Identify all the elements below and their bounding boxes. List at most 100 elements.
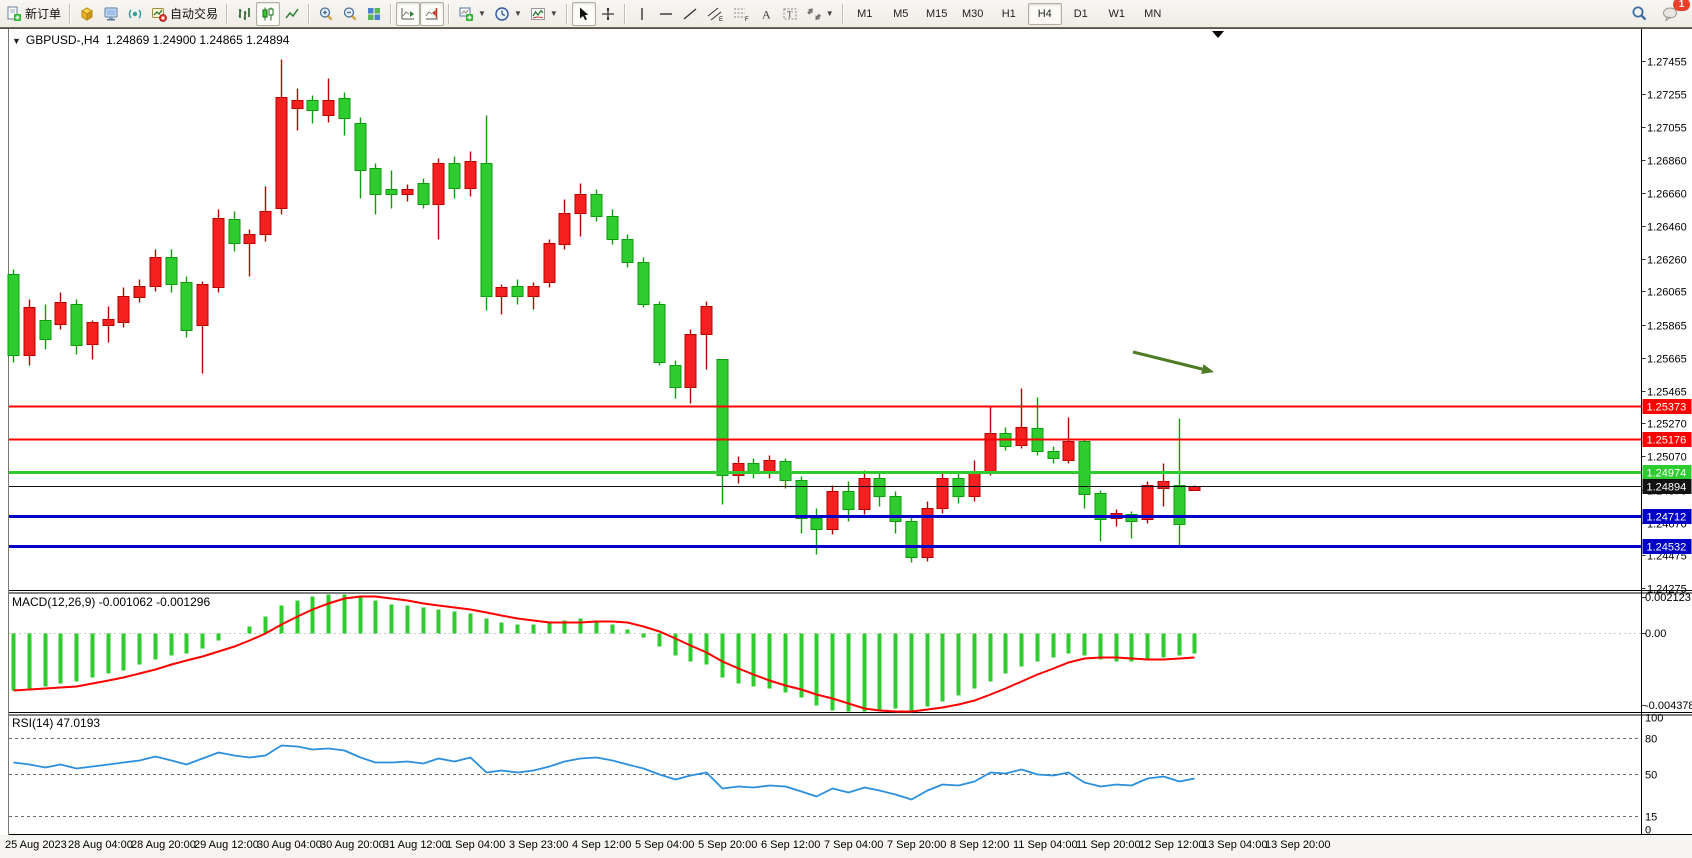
timeframe-button-M30[interactable]: M30 bbox=[956, 3, 990, 25]
crosshair-button[interactable] bbox=[596, 2, 620, 26]
svg-text:1.25270: 1.25270 bbox=[1647, 419, 1687, 431]
candle-body bbox=[402, 190, 413, 195]
vertical-line-icon bbox=[634, 6, 650, 22]
terminal-icon bbox=[103, 6, 119, 22]
chart-shift-button[interactable] bbox=[420, 2, 444, 26]
candlestick-chart-button[interactable] bbox=[256, 2, 280, 26]
svg-text:31 Aug 12:00: 31 Aug 12:00 bbox=[383, 839, 448, 851]
chevron-down-icon: ▼ bbox=[478, 9, 486, 18]
fibonacci-button[interactable]: F bbox=[728, 2, 754, 26]
rsi-indicator-label: RSI(14) 47.0193 bbox=[12, 716, 100, 730]
timeframe-button-M5[interactable]: M5 bbox=[884, 3, 918, 25]
chevron-down-icon: ▼ bbox=[826, 9, 834, 18]
toolbar-separator bbox=[448, 4, 450, 24]
search-button[interactable] bbox=[1627, 2, 1652, 26]
new-order-icon bbox=[6, 6, 22, 22]
timeframe-button-W1[interactable]: W1 bbox=[1100, 3, 1134, 25]
chevron-down-icon: ▼ bbox=[550, 9, 558, 18]
candle-body bbox=[685, 335, 696, 388]
svg-text:6 Sep 12:00: 6 Sep 12:00 bbox=[761, 839, 820, 851]
text-label-icon: T bbox=[782, 6, 798, 22]
svg-text:E: E bbox=[719, 17, 723, 22]
candle-body bbox=[1158, 482, 1169, 489]
timeframe-button-H1[interactable]: H1 bbox=[992, 3, 1026, 25]
svg-text:0.002123: 0.002123 bbox=[1645, 592, 1691, 604]
new-order-button[interactable]: 新订单 bbox=[2, 2, 65, 26]
timeframe-button-M15[interactable]: M15 bbox=[920, 3, 954, 25]
toolbar-separator bbox=[308, 4, 310, 24]
cursor-button[interactable] bbox=[572, 2, 596, 26]
svg-text:1.27455: 1.27455 bbox=[1647, 57, 1687, 69]
new-chart-icon bbox=[458, 6, 474, 22]
vertical-line-button[interactable] bbox=[630, 2, 654, 26]
svg-text:1.26260: 1.26260 bbox=[1647, 255, 1687, 267]
timeframe-button-MN[interactable]: MN bbox=[1136, 3, 1170, 25]
alerts-button[interactable] bbox=[123, 2, 147, 26]
svg-text:4 Sep 12:00: 4 Sep 12:00 bbox=[572, 839, 631, 851]
tile-windows-button[interactable] bbox=[362, 2, 386, 26]
time-axis[interactable]: 25 Aug 202328 Aug 04:0028 Aug 20:0029 Au… bbox=[5, 839, 1330, 851]
text-icon: A bbox=[758, 6, 774, 22]
candle-body bbox=[229, 220, 240, 244]
bar-chart-button[interactable] bbox=[232, 2, 256, 26]
periods-button[interactable]: ▼ bbox=[490, 2, 526, 26]
candle-body bbox=[292, 101, 303, 109]
timeframe-button-M1[interactable]: M1 bbox=[848, 3, 882, 25]
line-chart-button[interactable] bbox=[280, 2, 304, 26]
candlestick-chart-icon bbox=[260, 6, 276, 22]
timeframe-button-H4[interactable]: H4 bbox=[1028, 3, 1062, 25]
arrows-button[interactable]: ▼ bbox=[802, 2, 838, 26]
crosshair-icon bbox=[600, 6, 616, 22]
zoom-in-button[interactable] bbox=[314, 2, 338, 26]
equidistant-channel-button[interactable]: E bbox=[702, 2, 728, 26]
zoom-out-button[interactable] bbox=[338, 2, 362, 26]
text-button[interactable]: A bbox=[754, 2, 778, 26]
svg-text:11 Sep 20:00: 11 Sep 20:00 bbox=[1076, 839, 1141, 851]
timeframe-button-D1[interactable]: D1 bbox=[1064, 3, 1098, 25]
svg-text:30 Aug 20:00: 30 Aug 20:00 bbox=[320, 839, 385, 851]
toolbar-separator bbox=[390, 4, 392, 24]
indicators-button[interactable]: ▼ bbox=[526, 2, 562, 26]
svg-text:7 Sep 20:00: 7 Sep 20:00 bbox=[887, 839, 946, 851]
candle-body bbox=[969, 472, 980, 497]
candle-body bbox=[575, 195, 586, 214]
candle-body bbox=[465, 162, 476, 189]
trendline-button[interactable] bbox=[678, 2, 702, 26]
toolbar-separator bbox=[69, 4, 71, 24]
terminal-button[interactable] bbox=[99, 2, 123, 26]
toolbar-separator bbox=[842, 4, 844, 24]
autotrading-label: 自动交易 bbox=[170, 5, 218, 22]
candle-body bbox=[701, 307, 712, 335]
candle-body bbox=[197, 285, 208, 326]
chart-dropdown-icon[interactable]: ▼ bbox=[12, 36, 21, 46]
candle-body bbox=[544, 244, 555, 283]
svg-text:11 Sep 04:00: 11 Sep 04:00 bbox=[1013, 839, 1078, 851]
candle-body bbox=[481, 164, 492, 297]
candle-body bbox=[874, 479, 885, 497]
market-watch-button[interactable] bbox=[75, 2, 99, 26]
autoscroll-button[interactable] bbox=[396, 2, 420, 26]
clock-icon bbox=[494, 6, 510, 22]
text-label-button[interactable]: T bbox=[778, 2, 802, 26]
toolbar-separator bbox=[624, 4, 626, 24]
svg-text:25 Aug 2023: 25 Aug 2023 bbox=[5, 839, 67, 851]
svg-text:1.24974: 1.24974 bbox=[1647, 468, 1687, 480]
svg-text:13 Sep 04:00: 13 Sep 04:00 bbox=[1202, 839, 1267, 851]
new-chart-button[interactable]: ▼ bbox=[454, 2, 490, 26]
svg-text:80: 80 bbox=[1645, 734, 1657, 746]
autotrading-button[interactable]: 自动交易 bbox=[147, 2, 222, 26]
svg-text:7 Sep 04:00: 7 Sep 04:00 bbox=[824, 839, 883, 851]
horizontal-line-button[interactable] bbox=[654, 2, 678, 26]
chart-backgrounds bbox=[0, 28, 1692, 858]
candle-body bbox=[717, 360, 728, 476]
bar-chart-icon bbox=[236, 6, 252, 22]
candle-body bbox=[827, 492, 838, 530]
candle-body bbox=[418, 184, 429, 205]
chart-plot-area[interactable]: 1.274551.272551.270551.268601.266601.264… bbox=[0, 0, 1692, 858]
notification-badge: 1 bbox=[1673, 0, 1690, 11]
svg-text:1.27255: 1.27255 bbox=[1647, 90, 1687, 102]
candle-body bbox=[512, 287, 523, 297]
svg-text:1.24712: 1.24712 bbox=[1647, 512, 1687, 524]
notifications-button[interactable]: 1 bbox=[1658, 2, 1684, 26]
candle-body bbox=[8, 275, 19, 356]
